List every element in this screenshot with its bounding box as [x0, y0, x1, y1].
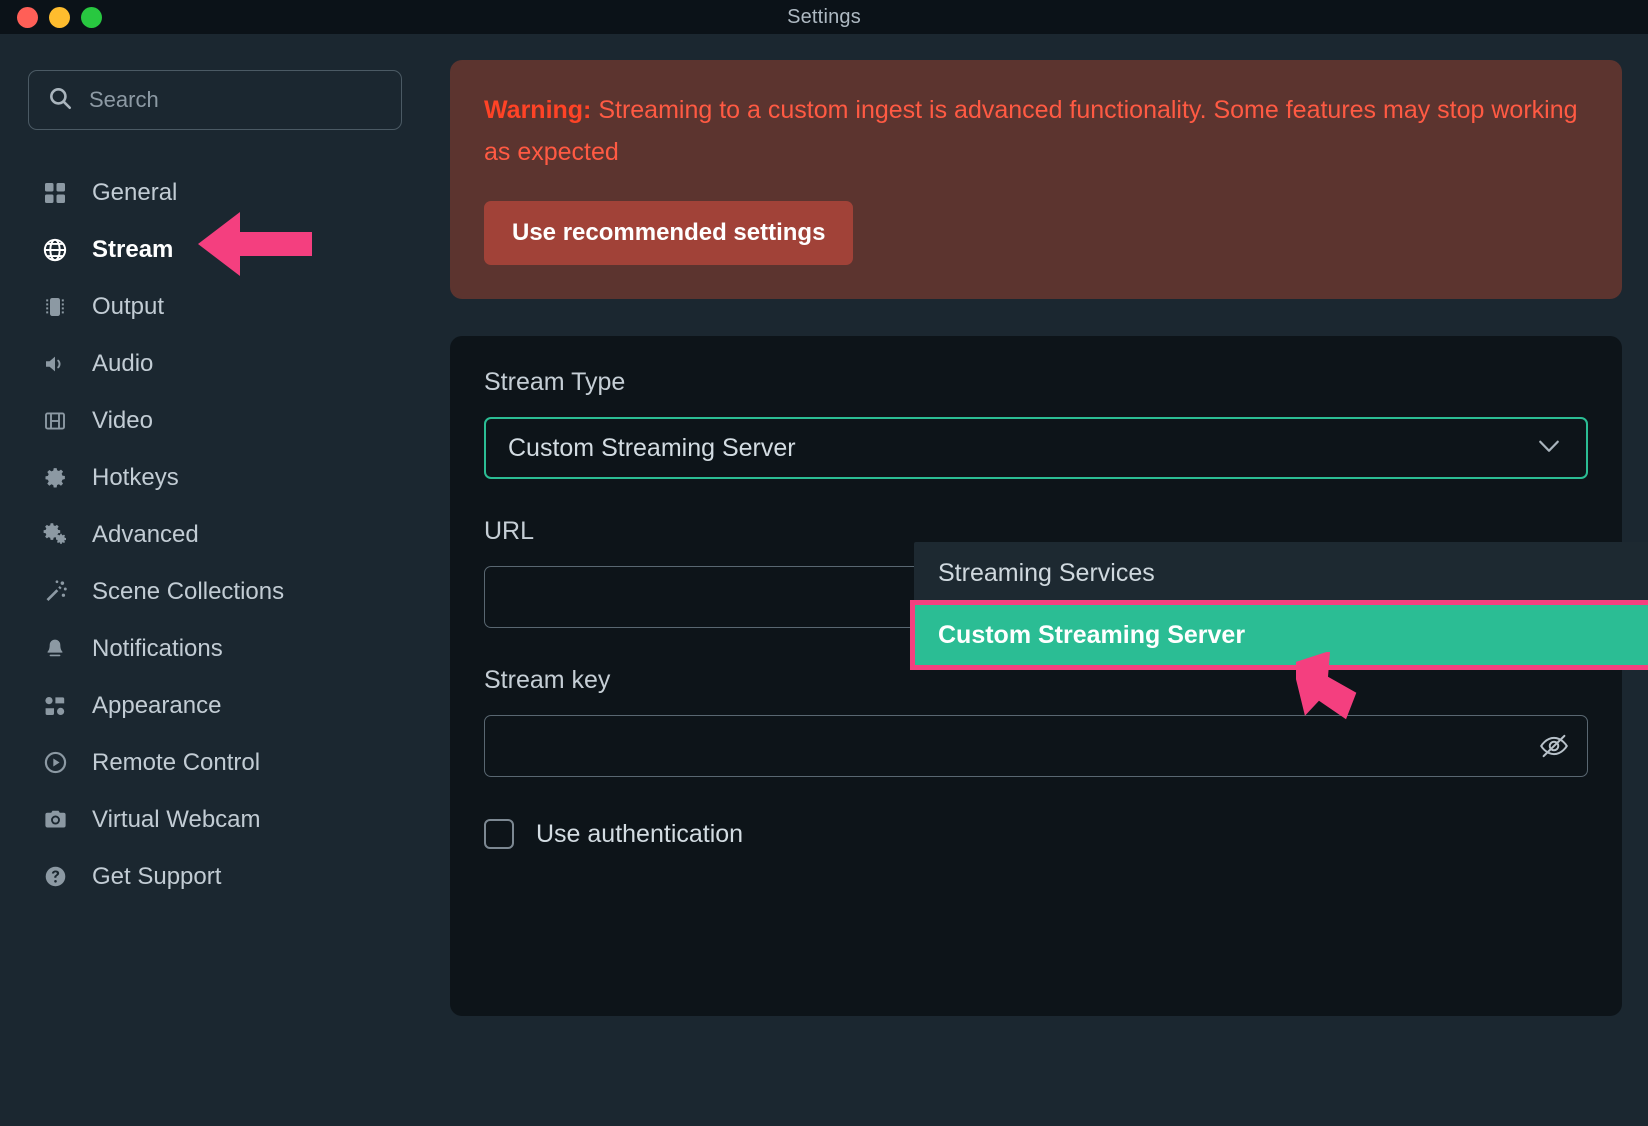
sidebar-item-label: Get Support: [92, 862, 222, 890]
stream-type-value: Custom Streaming Server: [508, 433, 796, 462]
search-box[interactable]: [28, 70, 402, 130]
sidebar-item-label: Notifications: [92, 634, 223, 662]
sidebar-item-label: Appearance: [92, 691, 222, 719]
use-authentication-label: Use authentication: [536, 819, 744, 848]
chip-icon: [41, 293, 69, 321]
search-icon: [47, 85, 73, 116]
stream-key-label: Stream key: [484, 666, 611, 694]
sidebar-item-label: Output: [92, 292, 165, 320]
sidebar-item-general[interactable]: General: [0, 164, 430, 221]
stream-type-dropdown[interactable]: Streaming Services Custom Streaming Serv…: [910, 542, 1648, 670]
camera-icon: [41, 806, 69, 834]
gears-icon: [41, 521, 69, 549]
sidebar-item-label: Hotkeys: [92, 463, 179, 491]
window-title: Settings: [787, 5, 861, 28]
sidebar-item-label: Audio: [92, 349, 154, 377]
settings-content: Warning: Streaming to a custom ingest is…: [430, 34, 1648, 1126]
warning-body: Streaming to a custom ingest is advanced…: [484, 96, 1578, 166]
close-window-button[interactable]: [17, 6, 38, 28]
sidebar-item-audio[interactable]: Audio: [0, 335, 430, 392]
sidebar-item-get-support[interactable]: Get Support: [0, 848, 430, 905]
settings-window: Settings Search General Stream Output Au…: [0, 0, 1648, 1126]
warning-message: Warning: Streaming to a custom ingest is…: [484, 90, 1588, 173]
warning-prefix: Warning:: [484, 96, 592, 124]
sidebar-item-scene-collections[interactable]: Scene Collections: [0, 563, 430, 620]
use-recommended-settings-button[interactable]: Use recommended settings: [484, 201, 854, 265]
speaker-icon: [41, 350, 69, 378]
dropdown-option-label: Custom Streaming Server: [938, 620, 1246, 649]
sidebar-item-label: Virtual Webcam: [92, 805, 261, 833]
dropdown-option-label: Streaming Services: [938, 558, 1155, 587]
dropdown-option-custom-streaming-server[interactable]: Custom Streaming Server: [910, 600, 1648, 670]
stream-key-input[interactable]: [484, 715, 1588, 777]
sidebar-item-hotkeys[interactable]: Hotkeys: [0, 449, 430, 506]
globe-icon: [41, 236, 69, 264]
traffic-lights: [17, 6, 102, 28]
grid-icon: [41, 179, 69, 207]
wand-icon: [41, 578, 69, 606]
sidebar-item-label: Remote Control: [92, 748, 261, 776]
stream-type-select[interactable]: Custom Streaming Server: [484, 417, 1588, 479]
window-body: General Stream: [0, 34, 1648, 1126]
use-authentication-row[interactable]: Use authentication: [484, 819, 1588, 849]
sidebar-item-output[interactable]: Output: [0, 278, 430, 335]
help-circle-icon: [41, 863, 69, 891]
sidebar-item-advanced[interactable]: Advanced: [0, 506, 430, 563]
sidebar-item-video[interactable]: Video: [0, 392, 430, 449]
shapes-icon: [41, 692, 69, 720]
sidebar-item-notifications[interactable]: Notifications: [0, 620, 430, 677]
sidebar-item-appearance[interactable]: Appearance: [0, 677, 430, 734]
search-input[interactable]: [89, 87, 383, 113]
gear-icon: [41, 464, 69, 492]
sidebar-item-label: General: [92, 178, 178, 206]
sidebar-item-remote-control[interactable]: Remote Control: [0, 734, 430, 791]
sidebar-item-label: Advanced: [92, 520, 199, 548]
stream-type-label: Stream Type: [484, 368, 626, 396]
sidebar-nav: General Stream Output Audio Video Hotkey…: [0, 164, 430, 905]
use-authentication-checkbox[interactable]: [484, 819, 514, 849]
sidebar-item-label: Scene Collections: [92, 577, 285, 605]
film-icon: [41, 407, 69, 435]
bell-icon: [41, 635, 69, 663]
warning-panel: Warning: Streaming to a custom ingest is…: [450, 60, 1622, 299]
dropdown-option-streaming-services[interactable]: Streaming Services: [914, 542, 1648, 604]
stream-settings-form: Stream Type Custom Streaming Server URL …: [450, 336, 1622, 1016]
maximize-window-button[interactable]: [81, 6, 102, 28]
sidebar-item-label: Video: [92, 406, 153, 434]
sidebar-item-stream[interactable]: Stream: [0, 221, 430, 278]
stream-key-input-wrap: [484, 715, 1588, 777]
title-bar: Settings: [0, 0, 1648, 34]
minimize-window-button[interactable]: [49, 6, 70, 28]
chevron-down-icon: [1534, 431, 1564, 466]
play-circle-icon: [41, 749, 69, 777]
sidebar: General Stream: [0, 34, 430, 1126]
sidebar-item-virtual-webcam[interactable]: Virtual Webcam: [0, 791, 430, 848]
sidebar-item-label: Stream: [92, 235, 174, 263]
eye-off-icon[interactable]: [1538, 730, 1570, 762]
